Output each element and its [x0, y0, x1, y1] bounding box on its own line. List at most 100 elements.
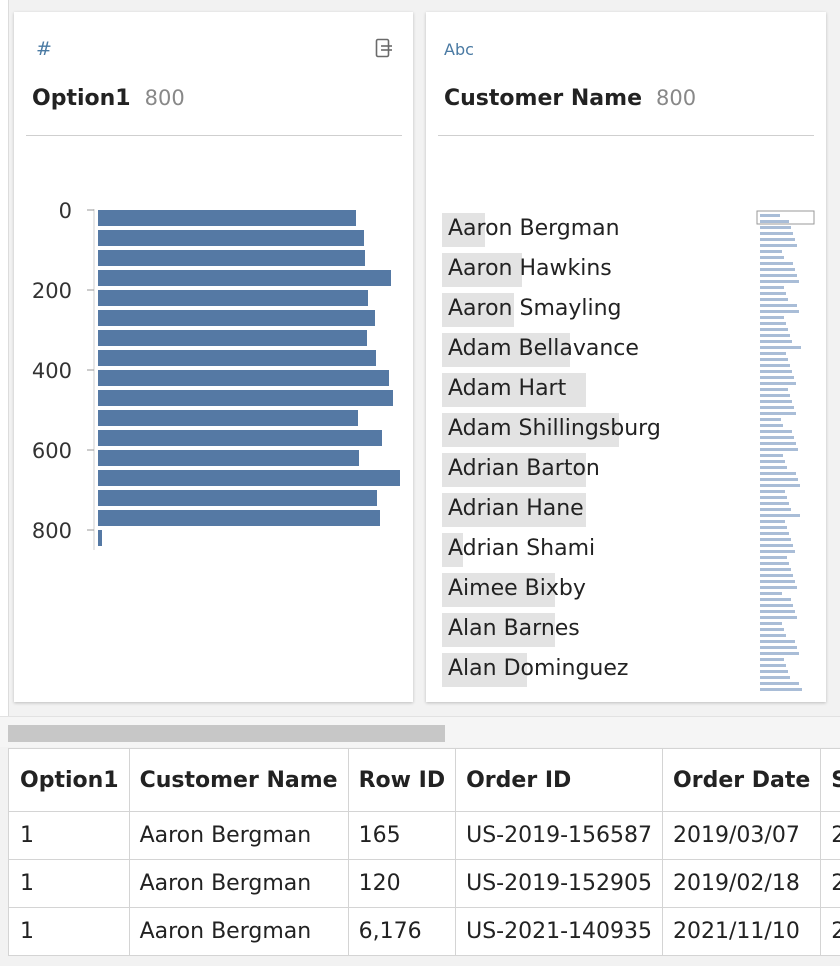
left-edge-panel	[0, 0, 9, 716]
field-name: Customer Name	[444, 86, 642, 111]
histogram-bar[interactable]	[98, 410, 358, 426]
value-list-item[interactable]: Adam Bellavance	[442, 332, 752, 372]
axis-tick-label: 0	[59, 199, 72, 223]
column-header-customer-name[interactable]: Customer Name	[128, 748, 349, 812]
histogram-bar[interactable]	[98, 330, 367, 346]
histogram-bar[interactable]	[98, 270, 391, 286]
minimap-bar	[760, 550, 795, 553]
table-cell: 165	[347, 811, 457, 860]
minimap-bar	[760, 670, 788, 673]
minimap-bar	[760, 460, 785, 463]
minimap-bar	[760, 442, 796, 445]
table-cell: 6,176	[347, 907, 457, 956]
value-label: Alan Dominguez	[448, 656, 629, 681]
table-cell: 1	[8, 859, 130, 908]
value-label: Aimee Bixby	[448, 576, 586, 601]
table-row[interactable]: 1 Aaron Bergman 120 US-2019-152905 2019/…	[8, 859, 840, 908]
axis-tick-label: 600	[32, 439, 72, 463]
minimap-bar	[760, 538, 791, 541]
header-row: Option1 Customer Name Row ID Order ID Or…	[8, 748, 840, 812]
histogram-bar[interactable]	[98, 470, 400, 486]
histogram-bar[interactable]	[98, 390, 393, 406]
value-list-item[interactable]: Adam Shillingsburg	[442, 412, 752, 452]
overview-minimap[interactable]	[756, 210, 818, 692]
column-header-row-id[interactable]: Row ID	[347, 748, 457, 812]
histogram-bar[interactable]	[98, 350, 376, 366]
minimap-bar	[760, 412, 796, 415]
table-cell: Aaron Bergman	[128, 811, 349, 860]
minimap-bar	[760, 478, 798, 481]
table-row[interactable]: 1 Aaron Bergman 165 US-2019-156587 2019/…	[8, 811, 840, 860]
minimap-bar	[760, 346, 801, 349]
histogram-bar[interactable]	[98, 530, 102, 546]
card-title: Customer Name 800	[444, 86, 696, 111]
column-header-option1[interactable]: Option1	[8, 748, 130, 812]
column-header-order-date[interactable]: Order Date	[662, 748, 822, 812]
minimap-bar	[760, 586, 797, 589]
axis-tick-label: 200	[32, 279, 72, 303]
histogram-bar[interactable]	[98, 490, 377, 506]
table-row[interactable]: 1 Aaron Bergman 6,176 US-2021-140935 202…	[8, 907, 840, 956]
minimap-bar	[760, 214, 780, 217]
minimap-bar	[760, 604, 793, 607]
value-list-item[interactable]: Aaron Bergman	[442, 212, 752, 252]
profile-card-option1[interactable]: # Option1 800 0 200 400 600 800	[14, 12, 413, 702]
table-cell: 2019/03/07	[662, 811, 822, 860]
histogram-bar[interactable]	[98, 430, 382, 446]
minimap-bar	[760, 472, 796, 475]
column-header-truncated[interactable]: S	[820, 748, 840, 812]
table-cell: 120	[347, 859, 457, 908]
scrollbar-thumb[interactable]	[8, 725, 445, 742]
value-list-item[interactable]: Adrian Barton	[442, 452, 752, 492]
minimap-bar	[760, 658, 784, 661]
histogram-bar[interactable]	[98, 290, 368, 306]
value-list-item[interactable]: Adrian Shami	[442, 532, 752, 572]
value-list-item[interactable]: Aimee Bixby	[442, 572, 752, 612]
minimap-bar	[760, 592, 782, 595]
minimap-bar	[760, 352, 786, 355]
minimap-bar	[760, 454, 783, 457]
minimap-bar	[760, 484, 800, 487]
minimap-bar	[760, 646, 797, 649]
minimap-bar	[760, 286, 784, 289]
minimap-bar	[760, 274, 797, 277]
horizontal-scrollbar[interactable]	[0, 716, 840, 747]
minimap-bar	[760, 424, 783, 427]
string-type-icon: Abc	[444, 40, 474, 59]
value-list-item[interactable]: Adrian Hane	[442, 492, 752, 532]
table-cell: 1	[8, 907, 130, 956]
histogram-bar[interactable]	[98, 230, 364, 246]
table-cell: 2	[820, 907, 840, 956]
histogram-bar[interactable]	[98, 210, 356, 226]
histogram-bar[interactable]	[98, 450, 359, 466]
value-list-item[interactable]: Alan Dominguez	[442, 652, 752, 692]
column-header-order-id[interactable]: Order ID	[455, 748, 664, 812]
value-list-item[interactable]: Aaron Hawkins	[442, 252, 752, 292]
value-list-item[interactable]: Adam Hart	[442, 372, 752, 412]
field-count: 800	[656, 86, 697, 110]
histogram-bar[interactable]	[98, 250, 365, 266]
minimap-bar	[760, 226, 791, 229]
minimap-bar	[760, 358, 788, 361]
value-list-item[interactable]: Aaron Smayling	[442, 292, 752, 332]
minimap-bar	[760, 394, 790, 397]
value-list[interactable]: Aaron Bergman Aaron Hawkins Aaron Smayling…	[442, 212, 752, 692]
histogram-bar[interactable]	[98, 310, 375, 326]
minimap-bar	[760, 220, 789, 223]
histogram-bar[interactable]	[98, 370, 389, 386]
minimap-bar	[760, 238, 795, 241]
minimap-bar	[760, 232, 793, 235]
minimap-bar	[760, 664, 786, 667]
minimap-bar	[760, 250, 782, 253]
data-grid: Option1 Customer Name Row ID Order ID Or…	[8, 748, 840, 956]
minimap-bar	[760, 532, 789, 535]
histogram-chart[interactable]: 0 200 400 600 800	[14, 12, 413, 702]
table-cell: US-2019-152905	[455, 859, 664, 908]
minimap-bar	[760, 520, 785, 523]
histogram-bar[interactable]	[98, 510, 380, 526]
minimap-bar	[760, 610, 795, 613]
minimap-bar	[760, 370, 792, 373]
table-cell: Aaron Bergman	[128, 859, 349, 908]
value-list-item[interactable]: Alan Barnes	[442, 612, 752, 652]
profile-card-customer-name[interactable]: Abc Customer Name 800 Aaron Bergman Aaron …	[426, 12, 826, 702]
